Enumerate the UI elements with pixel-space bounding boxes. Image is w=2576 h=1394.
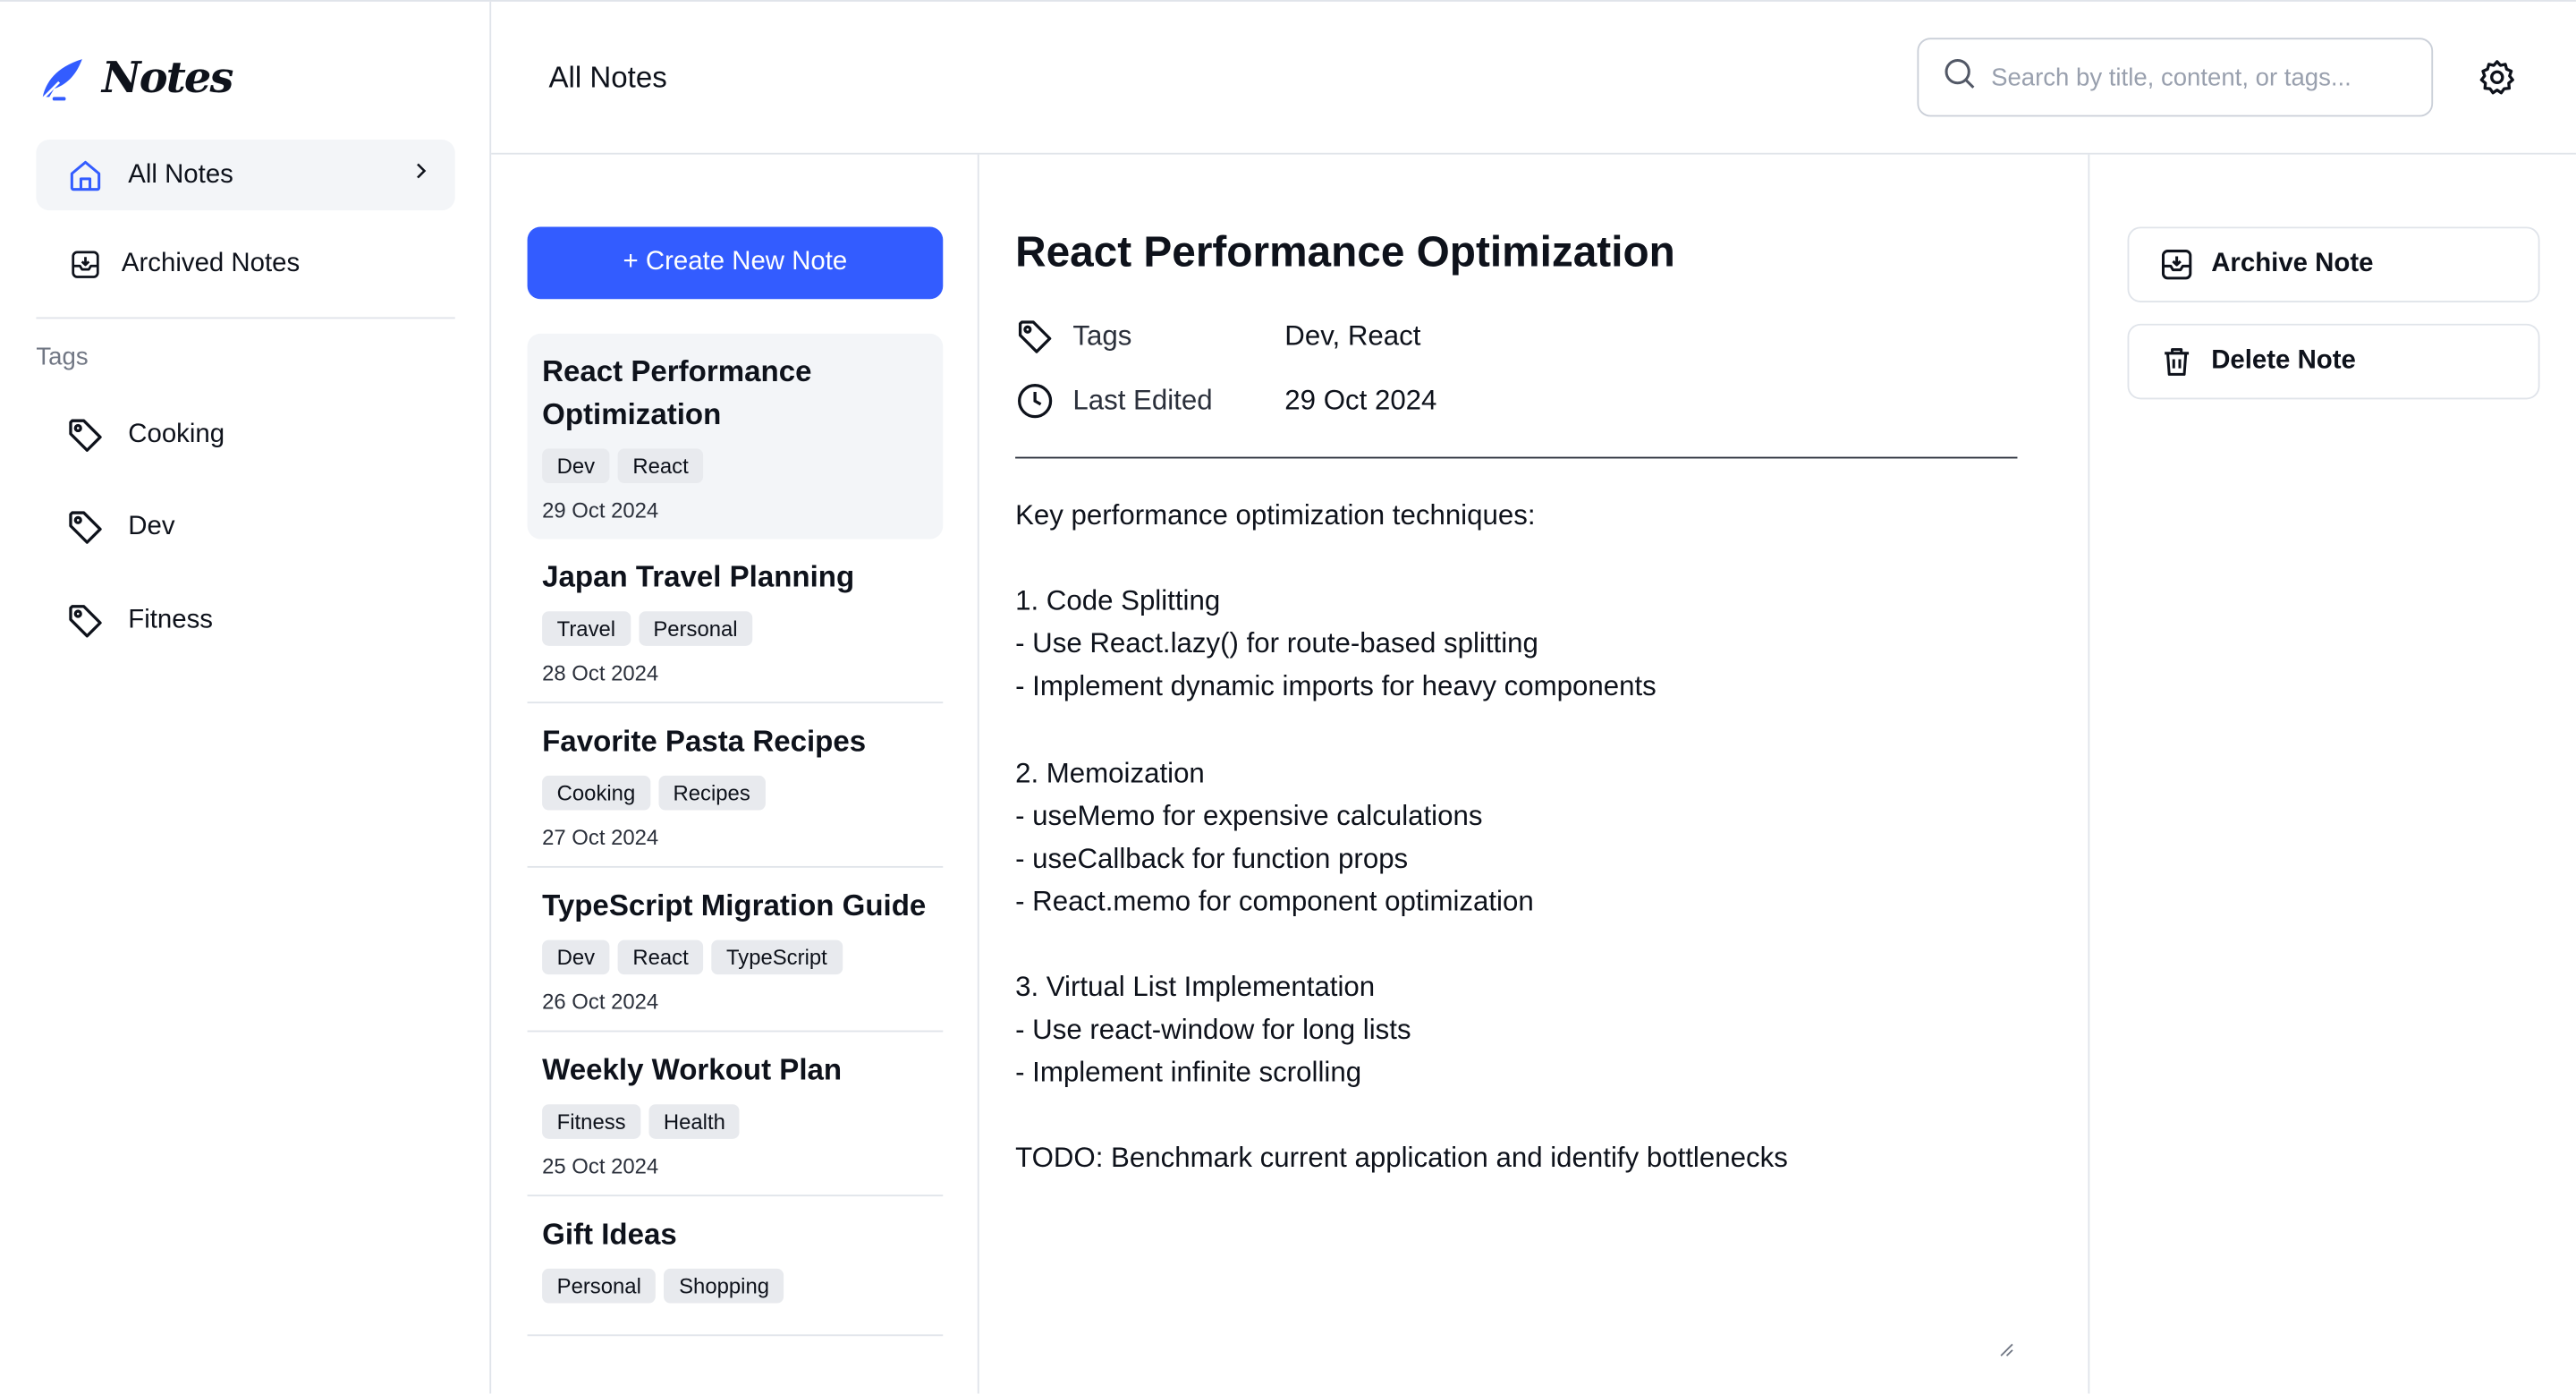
page-title: All Notes bbox=[548, 60, 667, 94]
tag-icon bbox=[65, 415, 105, 455]
note-card[interactable]: TypeScript Migration Guide Dev React Typ… bbox=[527, 868, 944, 1033]
sidebar-tag-label: Dev bbox=[128, 512, 175, 540]
tag-chip: Shopping bbox=[664, 1268, 784, 1304]
tag-icon bbox=[65, 600, 105, 640]
sidebar-tag-fitness[interactable]: Fitness bbox=[36, 585, 454, 656]
note-tags: Dev React bbox=[542, 448, 928, 483]
notes-list: React Performance Optimization Dev React… bbox=[527, 333, 944, 1337]
note-title: Japan Travel Planning bbox=[542, 560, 855, 594]
resize-handle-icon[interactable] bbox=[1997, 1341, 2013, 1357]
sidebar-tag-label: Fitness bbox=[128, 605, 213, 634]
note-card[interactable]: Weekly Workout Plan Fitness Health 25 Oc… bbox=[527, 1032, 944, 1197]
tag-icon bbox=[1015, 317, 1055, 356]
delete-note-button[interactable]: Delete Note bbox=[2127, 323, 2540, 400]
archive-note-label: Archive Note bbox=[2211, 250, 2374, 278]
app-logo: Notes bbox=[36, 51, 233, 106]
note-tags: Cooking Recipes bbox=[542, 775, 928, 811]
search-icon bbox=[1942, 55, 1978, 100]
note-card[interactable]: React Performance Optimization Dev React… bbox=[527, 333, 944, 540]
tag-icon bbox=[65, 507, 105, 547]
home-icon bbox=[65, 156, 105, 195]
tag-chip: Cooking bbox=[542, 775, 650, 811]
note-detail-title[interactable]: React Performance Optimization bbox=[1015, 226, 1675, 277]
tag-chip: Recipes bbox=[657, 775, 766, 811]
tag-chip: TypeScript bbox=[711, 939, 843, 975]
sidebar-divider bbox=[36, 317, 455, 319]
nav-all-notes[interactable]: All Notes bbox=[36, 140, 455, 211]
note-tags: Travel Personal bbox=[542, 611, 928, 646]
feather-logo-icon bbox=[39, 59, 82, 102]
archive-icon bbox=[65, 244, 105, 284]
tag-chip: Personal bbox=[542, 1268, 657, 1304]
meta-edited-row: Last Edited 29 Oct 2024 bbox=[1015, 381, 1436, 421]
editor-divider bbox=[1015, 456, 2018, 459]
note-tags: Personal Shopping bbox=[542, 1268, 928, 1304]
note-date: 28 Oct 2024 bbox=[542, 660, 659, 685]
search-box[interactable] bbox=[1917, 38, 2434, 117]
nav-archived-label: Archived Notes bbox=[121, 249, 301, 277]
delete-note-label: Delete Note bbox=[2211, 346, 2356, 375]
archive-icon bbox=[2158, 247, 2194, 283]
tag-chip: Health bbox=[648, 1104, 741, 1139]
settings-button[interactable] bbox=[2478, 57, 2517, 97]
note-title: React Performance Optimization bbox=[542, 354, 812, 431]
top-header: All Notes bbox=[491, 2, 2576, 155]
archive-note-button[interactable]: Archive Note bbox=[2127, 226, 2540, 302]
tag-chip: Dev bbox=[542, 939, 610, 975]
note-title: Favorite Pasta Recipes bbox=[542, 724, 867, 758]
meta-edited-value: 29 Oct 2024 bbox=[1284, 384, 1437, 416]
tag-chip: Dev bbox=[542, 448, 610, 483]
note-tags: Fitness Health bbox=[542, 1104, 928, 1139]
notes-app: Notes All Notes Archived Notes Tags Cook… bbox=[0, 0, 2576, 1394]
note-card[interactable]: Favorite Pasta Recipes Cooking Recipes 2… bbox=[527, 703, 944, 868]
gear-icon bbox=[2479, 60, 2514, 95]
meta-edited-label: Last Edited bbox=[1072, 384, 1213, 416]
note-body-textarea[interactable]: Key performance optimization techniques:… bbox=[1015, 495, 2017, 1361]
meta-tags-label: Tags bbox=[1072, 320, 1132, 353]
note-card[interactable]: Japan Travel Planning Travel Personal 28… bbox=[527, 539, 944, 704]
note-card[interactable]: Gift Ideas Personal Shopping bbox=[527, 1196, 944, 1337]
note-title: TypeScript Migration Guide bbox=[542, 888, 927, 922]
sidebar-tag-label: Cooking bbox=[128, 420, 225, 448]
sidebar-tag-dev[interactable]: Dev bbox=[36, 491, 454, 562]
trash-icon bbox=[2158, 344, 2194, 379]
note-date: 26 Oct 2024 bbox=[542, 989, 659, 1015]
sidebar: Notes All Notes Archived Notes Tags Cook… bbox=[0, 1, 492, 1394]
clock-icon bbox=[1015, 381, 1055, 421]
chevron-right-icon bbox=[409, 159, 432, 191]
tag-chip: React bbox=[617, 448, 704, 483]
tag-chip: React bbox=[617, 939, 704, 975]
tag-chip: Personal bbox=[638, 611, 753, 646]
tags-heading: Tags bbox=[36, 343, 89, 372]
note-tags: Dev React TypeScript bbox=[542, 939, 928, 975]
actions-panel: Archive Note Delete Note bbox=[2089, 155, 2576, 1394]
note-title: Weekly Workout Plan bbox=[542, 1053, 843, 1087]
meta-tags-value[interactable]: Dev, React bbox=[1284, 320, 1420, 353]
tag-chip: Travel bbox=[542, 611, 631, 646]
note-date: 27 Oct 2024 bbox=[542, 825, 659, 850]
nav-archived-notes[interactable]: Archived Notes bbox=[36, 228, 454, 299]
meta-tags-row: Tags Dev, React bbox=[1015, 317, 1420, 356]
note-date: 25 Oct 2024 bbox=[542, 1153, 659, 1178]
tag-chip: Fitness bbox=[542, 1104, 641, 1139]
note-title: Gift Ideas bbox=[542, 1217, 677, 1251]
logo-text: Notes bbox=[101, 54, 233, 104]
nav-all-notes-label: All Notes bbox=[128, 160, 233, 189]
search-input[interactable] bbox=[1991, 63, 2419, 91]
create-note-button[interactable]: + Create New Note bbox=[527, 226, 944, 300]
notes-list-panel: + Create New Note React Performance Opti… bbox=[491, 154, 979, 1394]
sidebar-tag-cooking[interactable]: Cooking bbox=[36, 399, 454, 470]
note-editor: React Performance Optimization Tags Dev,… bbox=[979, 154, 2090, 1394]
note-date: 29 Oct 2024 bbox=[542, 497, 659, 523]
